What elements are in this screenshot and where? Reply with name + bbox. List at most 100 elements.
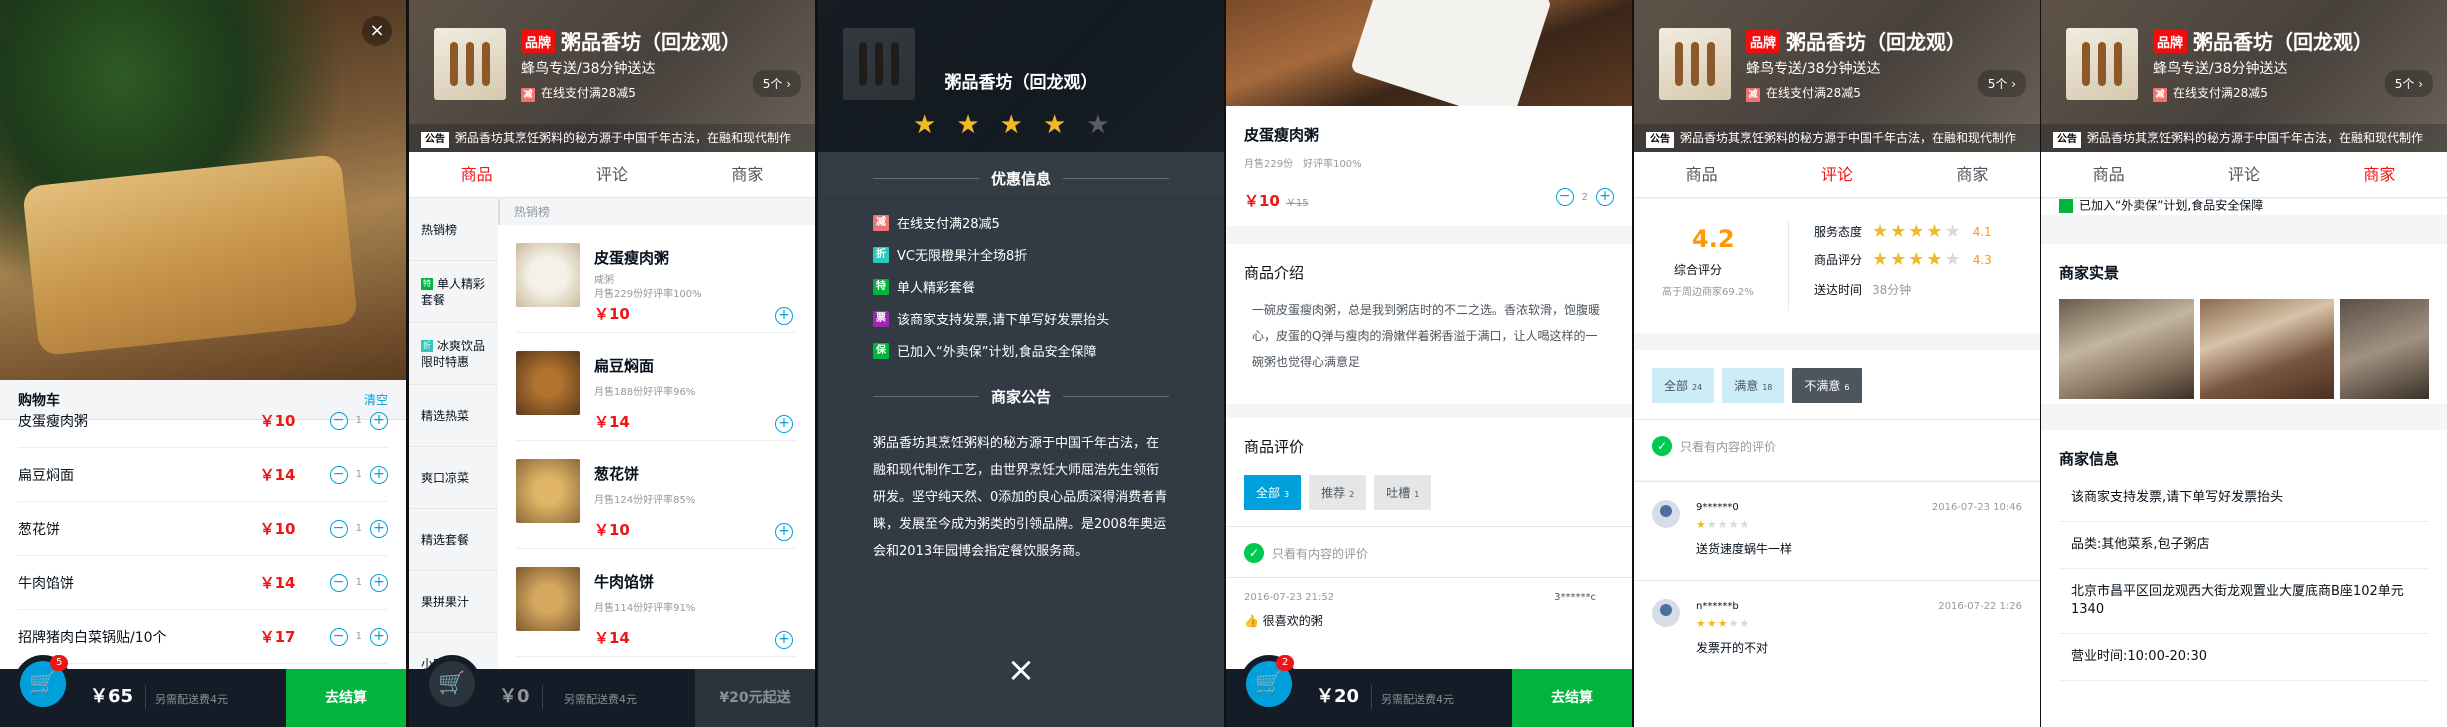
seller-info-section: 商家信息 该商家支持发票,请下单写好发票抬头 品类:其他菜系,包子粥店 北京市昌…: [2041, 430, 2447, 727]
close-icon[interactable]: ×: [362, 16, 392, 46]
menu-item[interactable]: 精选热菜: [409, 385, 498, 447]
food-photo: [516, 243, 580, 307]
increase-button[interactable]: +: [1596, 188, 1614, 206]
percent-icon: 折: [873, 246, 889, 263]
food-info: 皮蛋瘦肉粥 月售229份 好评率100% ￥10 ￥15 −2 +: [1226, 106, 1632, 226]
tab-ratings[interactable]: 评论: [1769, 152, 1904, 197]
decrease-button[interactable]: −: [329, 411, 348, 430]
promo-count-button[interactable]: 5个 ›: [752, 70, 801, 97]
increase-button[interactable]: +: [370, 627, 388, 646]
shop-photo[interactable]: [2199, 299, 2334, 399]
shop-avatar: [1659, 28, 1731, 100]
tab-goods[interactable]: 商品: [2041, 152, 2176, 197]
shop-name: 粥品香坊（回龙观）: [1786, 30, 1966, 54]
filter-positive[interactable]: 满意 18: [1722, 368, 1785, 403]
star-icon: ★★★★★: [1696, 518, 1751, 531]
tab-seller[interactable]: 商家: [2312, 152, 2447, 197]
info-title: 商家信息: [2059, 450, 2120, 468]
star-icon: ★: [1042, 110, 1067, 140]
tab-goods[interactable]: 商品: [409, 152, 544, 197]
rating-filter-section: 全部 24 满意 18 不满意 6 ✓ 只看有内容的评价: [1634, 350, 2040, 480]
notice-bar[interactable]: 公告 粥品香坊其烹饪粥料的秘方源于中国千年古法，在融和现代制作: [409, 124, 815, 152]
food-item[interactable]: 牛肉馅饼 月售114份好评率91% ￥14 +: [516, 549, 797, 657]
info-item: 品类:其他菜系,包子粥店: [2059, 522, 2429, 569]
star-icon: ★: [999, 110, 1023, 140]
menu-item[interactable]: 爽口凉菜: [409, 447, 498, 509]
food-stats: 月售229份 好评率100%: [1244, 159, 1362, 170]
brand-badge: 品牌: [2153, 30, 2188, 53]
cart-row: 扁豆焖面 ￥14−1 +: [18, 448, 388, 502]
promo-info: 减在线支付满28减5: [1746, 84, 1861, 102]
rating-filter: 全部 24 满意 18 不满意 6: [1652, 368, 2022, 403]
notice-bar[interactable]: 公告 粥品香坊其烹饪粥料的秘方源于中国千年古法，在融和现代制作: [2041, 124, 2447, 152]
tab-goods[interactable]: 商品: [1634, 152, 1769, 197]
add-icon[interactable]: +: [775, 523, 793, 541]
bulletin-text: 粥品香坊其烹饪粥料的秘方源于中国千年古法，在融和现代制作工艺，由世界烹饪大师屈浩…: [873, 436, 1168, 559]
info-item: 营业时间:10:00-20:30: [2059, 634, 2429, 681]
add-icon[interactable]: +: [775, 631, 793, 649]
photos-title: 商家实景: [2059, 264, 2120, 282]
increase-button[interactable]: +: [370, 411, 388, 430]
menu-item[interactable]: 热销榜: [409, 199, 498, 261]
rating-title: 商品评价: [1244, 438, 1305, 456]
delivery-time: 送达时间 38分钟: [1814, 283, 1912, 297]
checkout-button[interactable]: 去结算: [1512, 669, 1632, 727]
only-content-toggle[interactable]: ✓ 只看有内容的评价: [1244, 543, 1614, 563]
checkout-button[interactable]: 去结算: [286, 669, 406, 727]
promo-count-button[interactable]: 5个 ›: [2384, 70, 2433, 97]
shop-header[interactable]: 品牌 粥品香坊（回龙观） 蜂鸟专送/38分钟送达 减在线支付满28减5 5个 ›…: [1634, 0, 2040, 152]
avatar: [1652, 599, 1680, 627]
photo-gallery[interactable]: [2059, 299, 2429, 399]
shop-avatar: [2066, 28, 2138, 100]
food-photo: [516, 567, 580, 631]
cart-button[interactable]: 🛒: [423, 655, 481, 713]
decrease-button[interactable]: −: [329, 573, 348, 592]
cart-row: 葱花饼 ￥10−1 +: [18, 502, 388, 556]
tab-ratings[interactable]: 评论: [2176, 152, 2311, 197]
increase-button[interactable]: +: [370, 465, 388, 484]
delivery-info: 蜂鸟专送/38分钟送达: [1746, 61, 1881, 77]
filter-positive[interactable]: 推荐 2: [1309, 475, 1367, 510]
increase-button[interactable]: +: [370, 573, 388, 592]
filter-all[interactable]: 全部 24: [1652, 368, 1715, 403]
tab-seller[interactable]: 商家: [1905, 152, 2040, 197]
food-photo: [1226, 0, 1632, 124]
notice-bar[interactable]: 公告 粥品香坊其烹饪粥料的秘方源于中国千年古法，在融和现代制作: [1634, 124, 2040, 152]
decrease-button[interactable]: −: [329, 465, 348, 484]
add-icon[interactable]: +: [775, 307, 793, 325]
notice-badge: 公告: [2053, 132, 2081, 148]
decrease-button[interactable]: −: [329, 519, 348, 538]
cart-count-badge: 5: [50, 655, 69, 671]
tab-bar: 商品 评论 商家: [1634, 152, 2040, 198]
increase-button[interactable]: +: [370, 519, 388, 538]
food-item[interactable]: 皮蛋瘦肉粥 咸粥 月售229份好评率100% ￥10 +: [516, 225, 797, 333]
rating-section: 商品评价 全部 3 推荐 2 吐槽 1 ✓ 只看有内容的评价 2016-07-23 21…: [1226, 418, 1632, 678]
menu-item[interactable]: 果拼果汁: [409, 571, 498, 633]
star-icon: ★: [913, 110, 937, 140]
goods-screen: 品牌 粥品香坊（回龙观） 蜂鸟专送/38分钟送达 减在线支付满28减5 5个 ›…: [409, 0, 815, 727]
filter-all[interactable]: 全部 3: [1244, 475, 1302, 510]
star-icon: ★★★★★: [1872, 249, 1963, 270]
menu-item[interactable]: 特单人精彩套餐: [409, 261, 498, 323]
only-content-toggle[interactable]: ✓ 只看有内容的评价: [1652, 436, 2022, 456]
shop-photo[interactable]: [2059, 299, 2194, 399]
ratings-screen: 品牌 粥品香坊（回龙观） 蜂鸟专送/38分钟送达 减在线支付满28减5 5个 ›…: [1634, 0, 2040, 727]
decrease-button[interactable]: −: [1555, 188, 1574, 206]
close-icon[interactable]: ×: [818, 650, 1224, 690]
shop-header[interactable]: 品牌 粥品香坊（回龙观） 蜂鸟专送/38分钟送达 减在线支付满28减5 5个 ›…: [2041, 0, 2447, 152]
promo-count-button[interactable]: 5个 ›: [1977, 70, 2026, 97]
menu-item[interactable]: 精选套餐: [409, 509, 498, 571]
service-score: 服务态度 ★★★★★ 4.1: [1814, 221, 1992, 242]
filter-negative[interactable]: 吐槽 1: [1374, 475, 1432, 510]
shop-header[interactable]: 品牌 粥品香坊（回龙观） 蜂鸟专送/38分钟送达 减在线支付满28减5 5个 ›…: [409, 0, 815, 152]
tab-ratings[interactable]: 评论: [544, 152, 679, 197]
food-item[interactable]: 葱花饼 月售124份好评率85% ￥10 +: [516, 441, 797, 549]
min-order-button: ¥20元起送: [695, 669, 815, 727]
tab-seller[interactable]: 商家: [680, 152, 815, 197]
menu-item[interactable]: 折冰爽饮品限时特惠: [409, 323, 498, 385]
food-item[interactable]: 扁豆焖面 月售188份好评率96% ￥14 +: [516, 333, 797, 441]
filter-negative[interactable]: 不满意 6: [1792, 368, 1862, 403]
add-icon[interactable]: +: [775, 415, 793, 433]
decrease-button[interactable]: −: [329, 627, 348, 646]
shop-photo[interactable]: [2340, 299, 2429, 399]
